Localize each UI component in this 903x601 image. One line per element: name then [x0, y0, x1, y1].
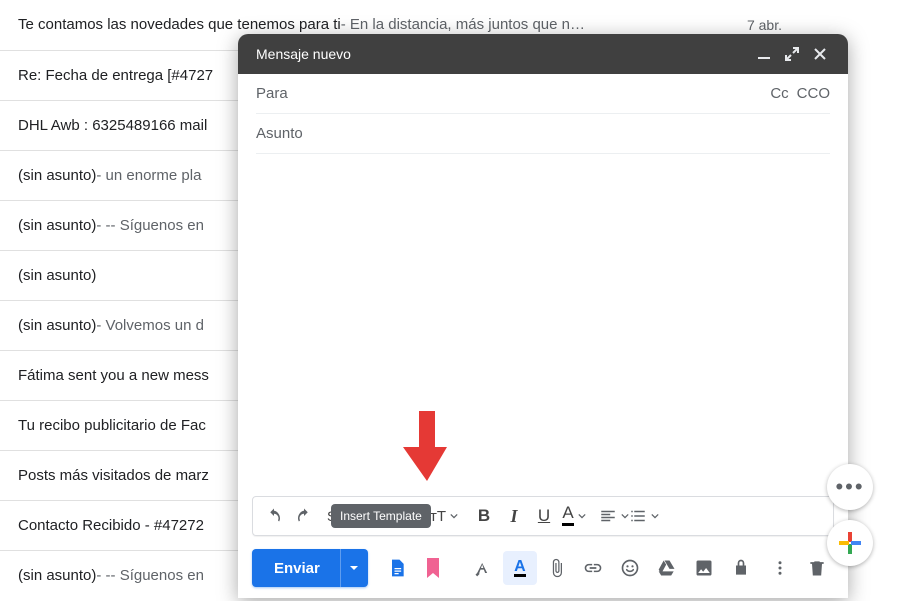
redo-button[interactable]	[289, 500, 319, 532]
insert-doc-button[interactable]	[380, 551, 414, 585]
underline-button[interactable]: U	[529, 500, 559, 532]
row-subject: Te contamos las novedades que tenemos pa…	[18, 16, 341, 33]
undo-button[interactable]	[259, 500, 289, 532]
subject-field[interactable]: Asunto	[256, 114, 830, 154]
send-options-button[interactable]	[340, 549, 368, 587]
row-snippet: - -- Síguenos en	[96, 567, 204, 584]
compose-title: Mensaje nuevo	[256, 46, 750, 62]
insert-photo-button[interactable]	[687, 551, 721, 585]
side-more-button[interactable]: •••	[827, 464, 873, 510]
send-button[interactable]: Enviar	[252, 549, 368, 587]
compose-body: Para Cc CCO Asunto	[238, 74, 848, 496]
chevron-down-icon	[450, 512, 458, 520]
row-subject: (sin asunto)	[18, 217, 96, 234]
insert-link-button[interactable]	[577, 551, 611, 585]
bold-button[interactable]: B	[469, 500, 499, 532]
row-subject: DHL Awb : 6325489166 mail	[18, 117, 207, 134]
row-subject: Tu recibo publicitario de Fac	[18, 417, 206, 434]
confidential-mode-button[interactable]	[724, 551, 758, 585]
document-icon	[387, 558, 407, 578]
attach-file-button[interactable]	[540, 551, 574, 585]
discard-draft-button[interactable]	[800, 551, 834, 585]
chevron-down-icon	[651, 512, 659, 520]
text-size-icon: тT	[430, 508, 446, 525]
more-horizontal-icon: •••	[835, 474, 864, 500]
text-color-action[interactable]: A	[503, 551, 537, 585]
row-snippet: - un enorme pla	[96, 167, 201, 184]
subject-placeholder: Asunto	[256, 125, 830, 142]
insert-template-button[interactable]	[417, 551, 451, 585]
drive-icon	[657, 558, 677, 578]
text-color-button[interactable]: A	[559, 500, 589, 532]
row-subject: Fátima sent you a new mess	[18, 367, 209, 384]
more-options-button[interactable]	[763, 551, 797, 585]
chevron-down-icon	[621, 512, 629, 520]
fullscreen-icon[interactable]	[778, 40, 806, 68]
compose-action-bar: Enviar A	[238, 544, 848, 598]
side-add-button[interactable]	[827, 520, 873, 566]
emoji-icon	[620, 558, 640, 578]
to-field[interactable]: Para Cc CCO	[256, 74, 830, 114]
trash-icon	[807, 558, 827, 578]
align-button[interactable]	[599, 500, 629, 532]
row-snippet: - En la distancia, más juntos que n…	[341, 16, 585, 33]
format-icon	[473, 558, 493, 578]
numbered-list-icon	[629, 507, 647, 525]
list-button[interactable]	[629, 500, 659, 532]
image-icon	[694, 558, 714, 578]
compose-header[interactable]: Mensaje nuevo	[238, 34, 848, 74]
close-icon[interactable]	[806, 40, 834, 68]
more-vertical-icon	[771, 559, 789, 577]
text-color-icon: A	[562, 506, 573, 526]
chevron-down-icon	[349, 563, 359, 573]
font-size-button[interactable]: тT	[429, 500, 459, 532]
cc-toggle[interactable]: Cc	[762, 85, 788, 102]
row-subject: Contacto Recibido - #47272	[18, 517, 204, 534]
row-subject: (sin asunto)	[18, 267, 96, 284]
italic-icon: I	[510, 506, 517, 527]
italic-button[interactable]: I	[499, 500, 529, 532]
to-placeholder: Para	[256, 85, 762, 102]
align-left-icon	[599, 507, 617, 525]
row-subject: (sin asunto)	[18, 167, 96, 184]
row-subject: Posts más visitados de marz	[18, 467, 209, 484]
minimize-icon[interactable]	[750, 40, 778, 68]
underline-icon: U	[538, 506, 550, 526]
message-body[interactable]	[256, 154, 830, 496]
insert-drive-button[interactable]	[650, 551, 684, 585]
google-plus-icon	[837, 530, 863, 556]
paperclip-icon	[547, 558, 567, 578]
row-date: 7 abr.	[723, 17, 782, 33]
formatting-toggle-button[interactable]	[466, 551, 500, 585]
send-label: Enviar	[252, 549, 340, 587]
row-snippet: - -- Síguenos en	[96, 217, 204, 234]
chevron-down-icon	[578, 512, 586, 520]
row-snippet: - Volvemos un d	[96, 317, 204, 334]
insert-template-tooltip: Insert Template	[331, 504, 431, 528]
row-subject: Re: Fecha de entrega [#4727	[18, 67, 213, 84]
compose-window: Mensaje nuevo Para Cc CCO Asunto	[238, 34, 848, 598]
bold-icon: B	[478, 506, 490, 526]
text-color-icon: A	[514, 560, 526, 577]
insert-emoji-button[interactable]	[613, 551, 647, 585]
bookmark-icon	[424, 558, 442, 578]
row-subject: (sin asunto)	[18, 567, 96, 584]
row-subject: (sin asunto)	[18, 317, 96, 334]
link-icon	[583, 558, 603, 578]
lock-clock-icon	[731, 558, 751, 578]
bcc-toggle[interactable]: CCO	[789, 85, 830, 102]
